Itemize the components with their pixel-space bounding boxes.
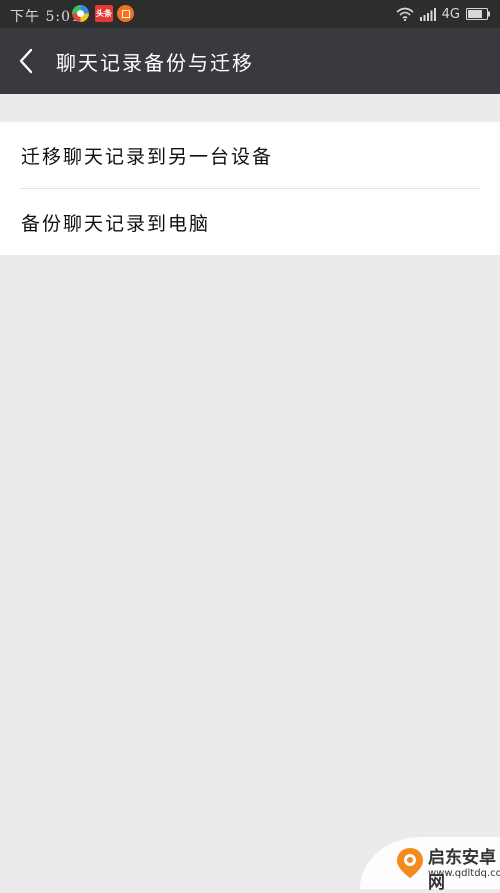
chevron-left-icon [19,48,33,74]
status-time: 下午 5:01 [10,9,81,25]
wifi-icon [396,7,414,21]
menu-item-label: 迁移聊天记录到另一台设备 [21,146,274,168]
back-button[interactable] [8,41,48,81]
menu-item-label: 备份聊天记录到电脑 [21,213,211,235]
battery-icon [466,8,490,20]
signal-icon [419,7,436,21]
menu-item-migrate[interactable]: 迁移聊天记录到另一台设备 [0,122,500,188]
watermark-logo-icon [397,848,423,878]
watermark-url: www.qdltdq.com [428,868,500,879]
menu-list: 迁移聊天记录到另一台设备 备份聊天记录到电脑 [0,122,500,255]
status-bar: 下午 5:01 头条 4G [0,0,500,28]
network-type: 4G [441,6,460,22]
title-bar: 聊天记录备份与迁移 [0,28,500,94]
watermark: 启东安卓网 www.qdltdq.com [360,837,500,893]
orange-app-icon [117,5,134,22]
page-title: 聊天记录备份与迁移 [56,51,254,75]
menu-item-backup-pc[interactable]: 备份聊天记录到电脑 [0,189,500,255]
news-icon: 头条 [95,5,113,22]
status-indicators: 4G [396,5,490,23]
browser-icon [72,5,89,22]
